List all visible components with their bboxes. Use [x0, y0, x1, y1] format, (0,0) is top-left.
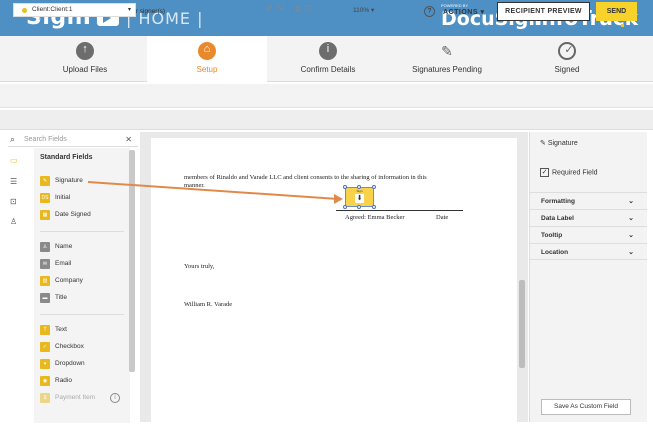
- chevron-down-icon: ⌄: [628, 232, 634, 239]
- resize-handle[interactable]: [343, 205, 347, 209]
- download-arrow-icon: ⬇: [355, 194, 364, 203]
- resize-handle[interactable]: [372, 205, 376, 209]
- document-scrollbar[interactable]: [519, 280, 525, 368]
- resize-handle[interactable]: [357, 205, 361, 209]
- section-tooltip[interactable]: Tooltip ⌄: [530, 226, 647, 243]
- save-custom-field-button[interactable]: Save As Custom Field: [541, 399, 631, 415]
- signature-tag[interactable]: Sign ⬇: [345, 187, 374, 207]
- pen-icon: ✎: [540, 140, 548, 147]
- checkbox-icon: ✓: [540, 168, 549, 177]
- section-data-label[interactable]: Data Label ⌄: [530, 209, 647, 226]
- drag-arrow-line: [87, 181, 339, 200]
- required-field-checkbox[interactable]: ✓ Required Field: [540, 168, 598, 177]
- properties-title: ✎ Signature: [540, 140, 578, 147]
- chevron-down-icon: ⌄: [628, 249, 634, 256]
- resize-handle[interactable]: [357, 185, 361, 189]
- drag-arrow-head: [334, 194, 343, 204]
- resize-handle[interactable]: [343, 185, 347, 189]
- section-location[interactable]: Location ⌄: [530, 243, 647, 260]
- chevron-down-icon: ⌄: [628, 215, 634, 222]
- chevron-down-icon: ⌄: [628, 198, 634, 205]
- section-formatting[interactable]: Formatting ⌄: [530, 192, 647, 209]
- resize-handle[interactable]: [372, 185, 376, 189]
- signature-tag-label: Sign: [356, 189, 363, 193]
